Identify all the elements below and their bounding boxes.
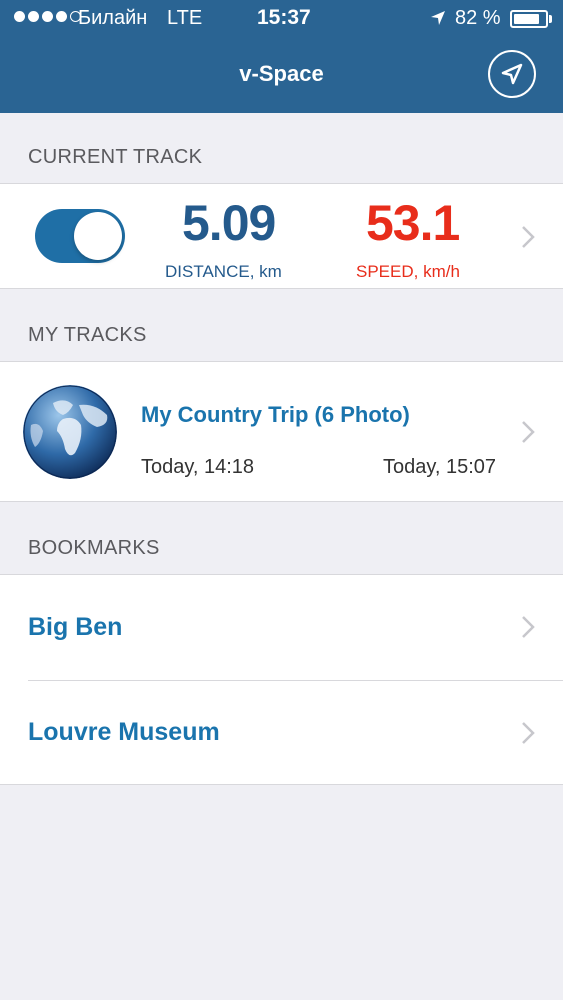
network-type: LTE bbox=[167, 7, 203, 29]
toggle-knob bbox=[74, 212, 122, 260]
battery-level-fill bbox=[514, 14, 539, 24]
section-header-bookmarks: BOOKMARKS bbox=[28, 537, 160, 559]
chevron-right-icon bbox=[522, 616, 535, 638]
bookmark-item-louvre-museum[interactable]: Louvre Museum bbox=[0, 681, 563, 785]
track-start-time: Today, 14:18 bbox=[141, 456, 255, 478]
chevron-right-icon bbox=[522, 421, 535, 443]
track-end-time: Today, 15:07 bbox=[383, 456, 497, 478]
top-bar: Билайн LTE 15:37 82 % v-Space bbox=[0, 0, 563, 113]
globe-icon bbox=[23, 385, 117, 479]
speed-value: 53.1 bbox=[366, 195, 460, 251]
navigation-arrow-icon bbox=[501, 63, 523, 85]
section-header-current-track: CURRENT TRACK bbox=[28, 146, 203, 168]
chevron-right-icon bbox=[522, 226, 535, 248]
current-track-cell[interactable]: 5.09 DISTANCE, km 53.1 SPEED, km/h bbox=[0, 183, 563, 289]
distance-label: DISTANCE, km bbox=[165, 262, 282, 281]
bookmarks-list: Big Ben Louvre Museum bbox=[0, 574, 563, 785]
track-list-item[interactable]: My Country Trip (6 Photo) Today, 14:18 T… bbox=[0, 361, 563, 502]
distance-value: 5.09 bbox=[182, 195, 276, 251]
battery-tip bbox=[549, 15, 552, 23]
signal-strength-icon bbox=[14, 11, 81, 22]
status-bar: Билайн LTE 15:37 82 % bbox=[0, 0, 563, 38]
status-time: 15:37 bbox=[257, 6, 311, 29]
bookmark-item-big-ben[interactable]: Big Ben bbox=[0, 575, 563, 680]
battery-percent: 82 % bbox=[455, 7, 501, 29]
track-title: My Country Trip (6 Photo) bbox=[141, 402, 410, 427]
carrier-name: Билайн bbox=[78, 7, 148, 29]
chevron-right-icon bbox=[522, 722, 535, 744]
bookmark-label: Big Ben bbox=[28, 613, 123, 641]
speed-label: SPEED, km/h bbox=[356, 262, 460, 281]
page-title: v-Space bbox=[239, 61, 324, 86]
section-header-my-tracks: MY TRACKS bbox=[28, 324, 147, 346]
bookmark-label: Louvre Museum bbox=[28, 718, 220, 746]
location-services-icon bbox=[431, 11, 445, 25]
tracking-toggle[interactable] bbox=[35, 209, 125, 263]
navigate-button[interactable] bbox=[488, 50, 536, 98]
battery-icon bbox=[510, 10, 548, 28]
